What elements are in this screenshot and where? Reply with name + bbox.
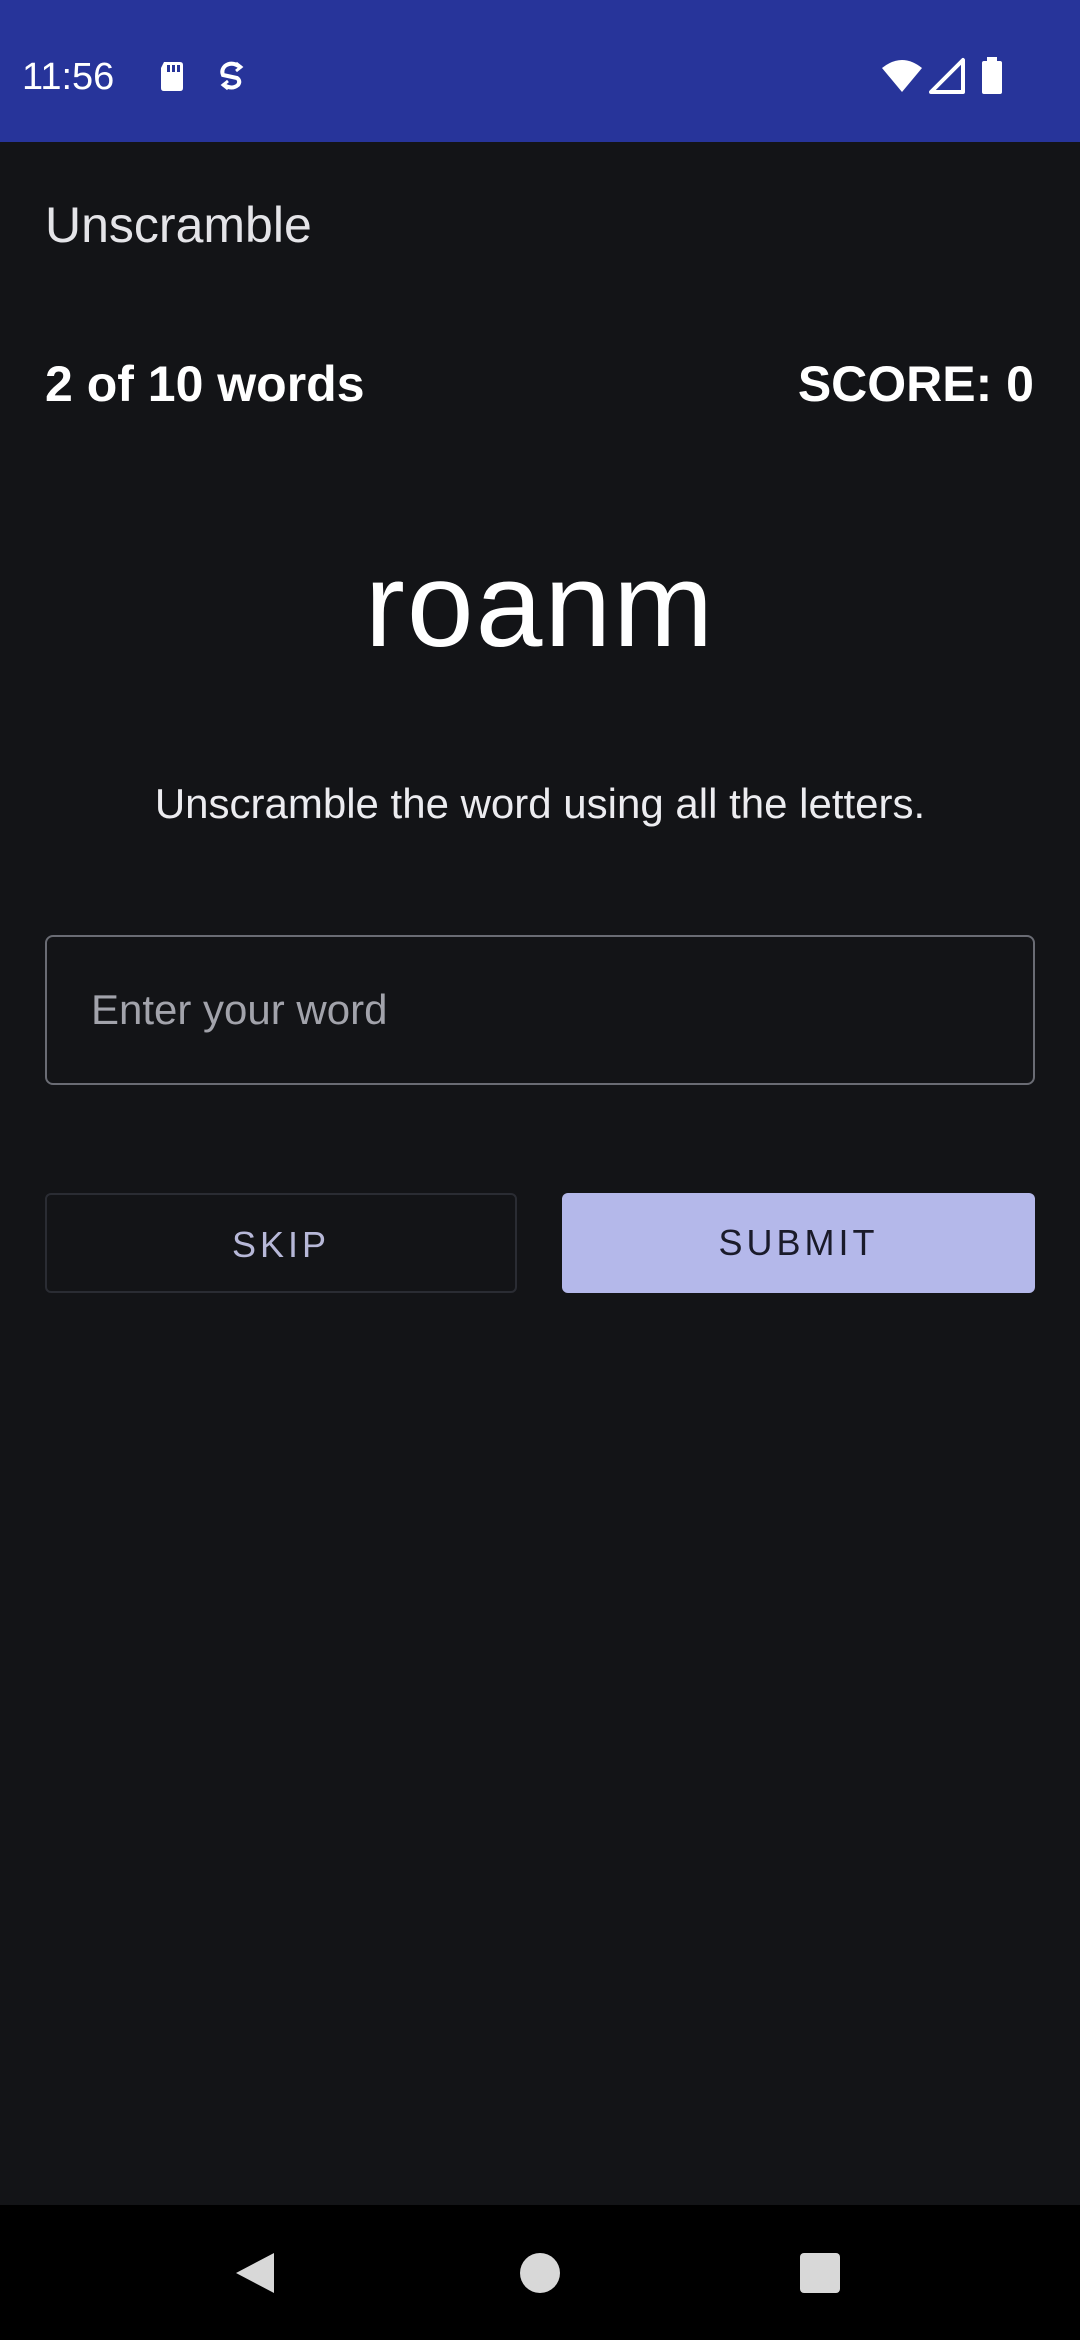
game-screen: 11:56 Unscramble 2 of 10 words SCORE: 0 … xyxy=(0,0,1080,2340)
scrambled-word: roanm xyxy=(364,538,716,672)
back-icon[interactable] xyxy=(236,2253,274,2293)
score-label: SCORE: 0 xyxy=(797,356,1034,412)
status-time: 11:56 xyxy=(22,56,115,98)
skip-button[interactable]: SKIP xyxy=(45,1193,517,1293)
sync-icon xyxy=(210,54,254,98)
app-title: Unscramble xyxy=(45,197,312,253)
battery-icon xyxy=(970,54,1014,98)
recents-icon[interactable] xyxy=(800,2253,840,2293)
instructions-text: Unscramble the word using all the letter… xyxy=(154,780,926,827)
status-bar: 11:56 xyxy=(0,0,1080,142)
wifi-icon xyxy=(880,54,924,98)
cell-signal-icon xyxy=(925,54,969,98)
submit-button[interactable]: SUBMIT xyxy=(562,1193,1035,1293)
sd-card-icon xyxy=(150,54,194,98)
word-count: 2 of 10 words xyxy=(45,356,365,412)
word-input[interactable] xyxy=(45,935,1035,1085)
home-icon[interactable] xyxy=(520,2253,560,2293)
